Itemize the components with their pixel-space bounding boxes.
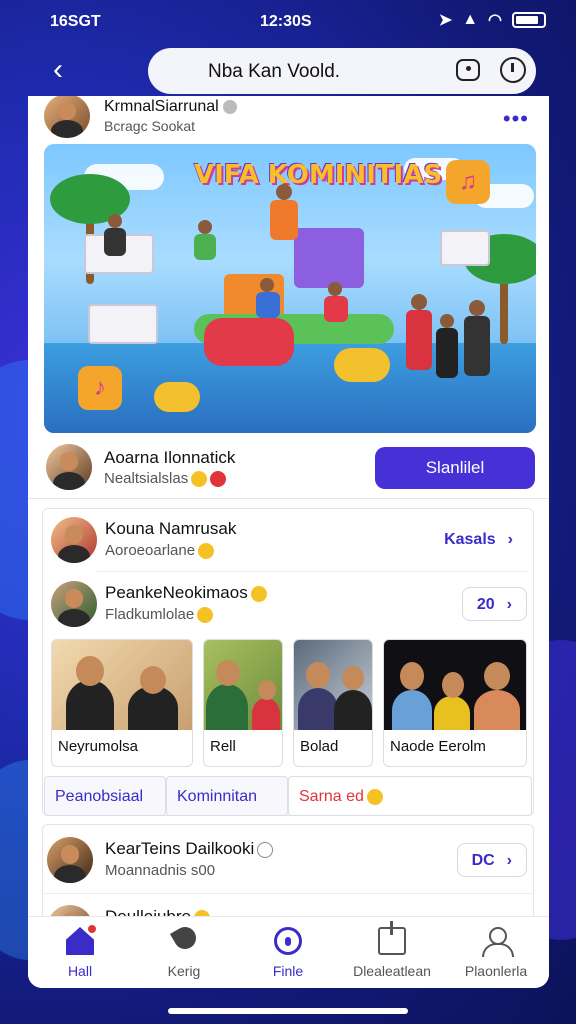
emoji-icon xyxy=(250,585,267,602)
battery-icon xyxy=(512,12,546,28)
title-bar[interactable]: Nba Kan Voold. xyxy=(148,48,536,94)
photo-grid: Neyrumolsa Rell Bolad Naode Eerolm xyxy=(51,639,527,767)
community-banner-image[interactable]: VIFA KOMINITIAS ♫ ♪ xyxy=(44,144,536,433)
tab-sarna[interactable]: Sarna ed xyxy=(288,776,532,816)
group-avatar[interactable] xyxy=(44,96,90,138)
photo-caption: Neyrumolsa xyxy=(58,738,139,755)
nav-home-label: Hall xyxy=(67,963,93,979)
list-item-action-label: 20 xyxy=(476,596,495,613)
members-panel: Kouna Namrusak Aoroeoarlane Kasals › Pean… xyxy=(42,508,534,816)
tag-icon xyxy=(169,922,201,954)
photo-card[interactable]: Bolad xyxy=(293,639,373,767)
emoji-icon xyxy=(366,788,383,805)
divider xyxy=(28,498,549,499)
list-item-action[interactable]: Kasals › xyxy=(430,523,527,557)
nav-dlealeatlean[interactable]: Dlealeatlean xyxy=(340,917,444,988)
status-time: 12:30S xyxy=(260,13,312,30)
list-item-action[interactable]: 20 › xyxy=(461,587,527,621)
music-note-icon: ♫ xyxy=(446,160,490,204)
list-item-action-label: DC xyxy=(471,852,495,869)
verified-icon xyxy=(222,99,237,114)
list-item-subtitle: Fladkumlolae xyxy=(105,606,195,623)
nav-finle[interactable]: Finle xyxy=(236,917,340,988)
photo-caption: Rell xyxy=(210,738,236,755)
emoji-icon xyxy=(210,471,227,488)
tab-sarna-label: Sarna ed xyxy=(299,788,364,805)
photo-card[interactable]: Rell xyxy=(203,639,283,767)
notification-badge xyxy=(86,923,98,935)
home-indicator[interactable] xyxy=(168,1008,408,1014)
list-item[interactable]: KearTeins Dailkooki Moannadnis s00 DC › xyxy=(43,829,533,891)
photo-card[interactable]: Neyrumolsa xyxy=(51,639,193,767)
power-icon[interactable] xyxy=(500,57,526,83)
member-subtitle: Nealtsialslas xyxy=(104,470,189,487)
list-item[interactable]: Kouna Namrusak Aoroeoarlane Kasals › xyxy=(43,509,535,571)
nav-home[interactable]: Hall xyxy=(28,917,132,988)
emoji-icon xyxy=(198,543,215,560)
wifi-icon: ◠ xyxy=(488,12,502,29)
nav-profile[interactable]: Plaonlerla xyxy=(444,917,548,988)
chevron-right-icon: › xyxy=(506,596,512,613)
nav-kerig-label: Kerig xyxy=(167,963,201,979)
back-icon[interactable]: ‹ xyxy=(40,52,76,88)
avatar[interactable] xyxy=(46,444,92,490)
photo-caption: Naode Eerolm xyxy=(390,738,486,755)
share-icon xyxy=(378,921,406,955)
list-item-name: KearTeins Dailkooki xyxy=(105,839,255,858)
list-item-subtitle: Aoroeoarlane xyxy=(105,542,196,559)
more-options-icon[interactable]: ••• xyxy=(503,106,529,132)
signal-icon: ▲ xyxy=(462,11,479,28)
nav-dlealeatlean-label: Dlealeatlean xyxy=(353,963,431,979)
list-item-name: PeankeNeokimaos xyxy=(105,583,248,602)
post-subtitle: Bcragc Sookat xyxy=(104,118,196,134)
post-author[interactable]: KrmnalSiarrunal xyxy=(104,98,219,115)
list-item-name: Kouna Namrusak xyxy=(105,519,237,538)
avatar[interactable] xyxy=(51,581,97,627)
emoji-icon xyxy=(191,471,208,488)
tab-bar: Peanobsiaal Kominnitan Sarna ed xyxy=(44,776,532,816)
post-header: KrmnalSiarrunal Bcragc Sookat ••• xyxy=(28,96,549,140)
top-bar: ‹ Nba Kan Voold. xyxy=(0,44,576,96)
banner-title: VIFA KOMINITIAS xyxy=(194,160,443,190)
feed-card: KrmnalSiarrunal Bcragc Sookat ••• VIFA K… xyxy=(28,96,549,988)
primary-action-button[interactable]: Slanlilel xyxy=(375,447,535,489)
nav-finle-label: Finle xyxy=(272,963,304,979)
music-note-icon: ♪ xyxy=(78,366,122,410)
emoji-icon xyxy=(197,607,214,624)
list-item-action[interactable]: DC › xyxy=(456,843,527,877)
tab-kominnitan[interactable]: Kominnitan xyxy=(166,776,288,816)
circle-icon xyxy=(274,927,302,955)
member-row: Aoarna Ilonnatick Nealtsialslas Slanlile… xyxy=(28,440,549,496)
list-item-subtitle: Moannadnis s00 xyxy=(105,862,216,879)
list-item[interactable]: PeankeNeokimaos Fladkumlolae 20 › xyxy=(43,573,535,635)
avatar[interactable] xyxy=(47,837,93,883)
status-icons: ➤ ▲ ◠ xyxy=(439,10,546,30)
member-name[interactable]: Aoarna Ilonnatick xyxy=(104,448,235,468)
nav-profile-label: Plaonlerla xyxy=(464,963,528,979)
nav-kerig[interactable]: Kerig xyxy=(132,917,236,988)
chevron-right-icon: › xyxy=(506,852,512,869)
photo-caption: Bolad xyxy=(300,738,339,755)
tab-peanobsiaal[interactable]: Peanobsiaal xyxy=(44,776,166,816)
camera-icon[interactable] xyxy=(456,59,480,81)
photo-card[interactable]: Naode Eerolm xyxy=(383,639,527,767)
avatar[interactable] xyxy=(51,517,97,563)
status-bar: 16SGT 12:30S ➤ ▲ ◠ xyxy=(0,0,576,44)
chevron-right-icon: › xyxy=(507,531,513,548)
page-title: Nba Kan Voold. xyxy=(208,61,341,82)
user-icon xyxy=(482,927,514,957)
emoji-icon xyxy=(257,841,274,858)
status-left: 16SGT xyxy=(50,13,101,30)
bottom-navigation: Hall Kerig Finle Dlealeatlean Plaonlerla xyxy=(28,916,549,988)
navigation-icon: ➤ xyxy=(438,12,453,29)
list-item-action-label: Kasals xyxy=(444,531,496,548)
